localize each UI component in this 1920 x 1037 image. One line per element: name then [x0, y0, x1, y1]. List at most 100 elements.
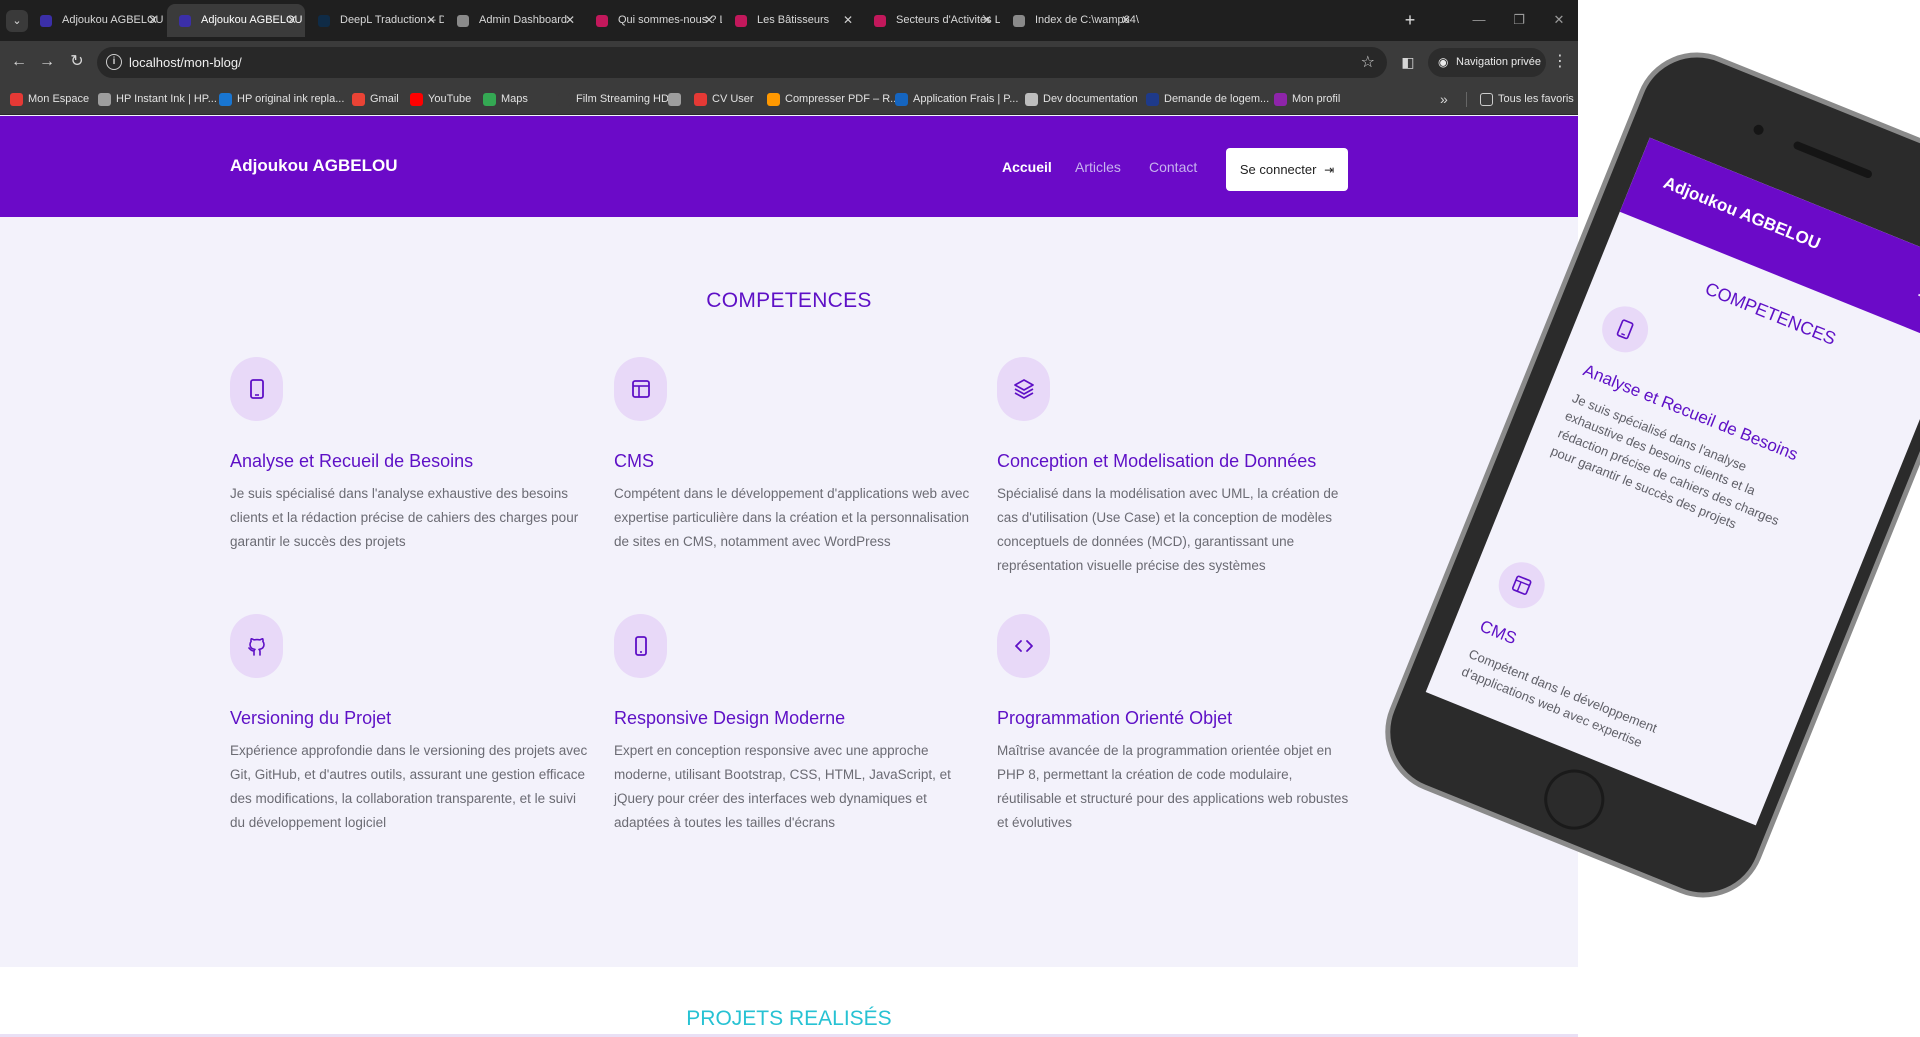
minimize-button[interactable]: —: [1466, 8, 1492, 32]
bookmark-label: YouTube: [428, 93, 472, 105]
close-tab-icon[interactable]: ✕: [841, 4, 855, 37]
icon-badge: [997, 357, 1050, 421]
icon-badge: [614, 357, 667, 421]
mobile-competence-card: CMS Compétent dans le développement d'app…: [1460, 555, 1806, 750]
tab-favicon-icon: [457, 15, 469, 27]
mobile-competence-title: CMS: [1477, 616, 1520, 649]
browser-tab[interactable]: Secteurs d'Activités Les B✕: [862, 4, 1000, 37]
more-bookmarks-icon[interactable]: »: [1440, 84, 1448, 115]
new-tab-button[interactable]: +: [1398, 8, 1422, 32]
close-tab-icon[interactable]: ✕: [1119, 4, 1133, 37]
bookmark-star-icon[interactable]: ☆: [1361, 47, 1375, 78]
tab-search-button[interactable]: ⌄: [6, 10, 28, 32]
tab-favicon-icon: [735, 15, 747, 27]
bookmark-label: Mon profil: [1292, 93, 1341, 105]
browser-tab[interactable]: DeepL Traduction – DeepL✕: [306, 4, 444, 37]
bookmark-favicon-icon: [558, 93, 571, 106]
bookmark-favicon-icon: [98, 93, 111, 106]
browser-toolbar: ← → ↻ i localhost/mon-blog/ ☆ ◧ ◉ Naviga…: [0, 41, 1578, 84]
browser-tab[interactable]: Adjoukou AGBELOU Blog✕: [167, 4, 305, 37]
tab-favicon-icon: [40, 15, 52, 27]
browser-tab[interactable]: Adjoukou AGBELOU Blog✕: [28, 4, 166, 37]
browser-tab[interactable]: Les Bâtisseurs ✕: [723, 4, 861, 37]
bookmark-item[interactable]: HP Instant Ink | HP...: [98, 84, 217, 115]
bookmark-item[interactable]: Gmail: [352, 84, 399, 115]
bookmark-item[interactable]: Film Streaming HD...: [558, 84, 678, 115]
tab-favicon-icon: [179, 15, 191, 27]
site-info-icon[interactable]: i: [106, 54, 122, 70]
icon-badge: [1595, 299, 1656, 360]
private-browsing-badge[interactable]: ◉ Navigation privée: [1428, 48, 1546, 77]
competence-description: Spécialisé dans la modélisation avec UML…: [997, 486, 1339, 573]
bookmark-item[interactable]: YouTube: [410, 84, 471, 115]
close-window-button[interactable]: ✕: [1546, 8, 1572, 32]
browser-window: ⌄ Adjoukou AGBELOU Blog✕Adjoukou AGBELOU…: [0, 0, 1578, 1037]
competence-title: CMS: [614, 451, 654, 471]
nav-contact-link[interactable]: Contact: [1149, 159, 1197, 175]
reload-button[interactable]: ↻: [64, 49, 90, 75]
competence-title: Conception et Modelisation de Données: [997, 451, 1317, 471]
bookmark-item[interactable]: Mon Espace: [10, 84, 89, 115]
browser-tab[interactable]: Index de C:\wamp64\www✕: [1001, 4, 1139, 37]
tab-strip: ⌄ Adjoukou AGBELOU Blog✕Adjoukou AGBELOU…: [0, 0, 1578, 41]
back-button[interactable]: ←: [6, 49, 32, 75]
bookmark-label: Demande de logem...: [1164, 93, 1270, 105]
bookmark-item[interactable]: [668, 84, 686, 115]
bookmark-favicon-icon: [483, 93, 496, 106]
bookmark-item[interactable]: CV User: [694, 84, 754, 115]
icon-badge: [230, 357, 283, 421]
nav-articles-link[interactable]: Articles: [1075, 159, 1121, 175]
layers-icon: [1014, 379, 1034, 399]
bookmark-label: HP Instant Ink | HP...: [116, 93, 217, 105]
bookmark-label: HP original ink repla...: [237, 93, 345, 105]
mobile-brand[interactable]: Adjoukou AGBELOU: [1660, 173, 1823, 254]
side-panel-icon[interactable]: ◧: [1395, 49, 1421, 75]
bookmark-label: Mon Espace: [28, 93, 90, 105]
bookmark-label: Gmail: [370, 93, 399, 105]
close-tab-icon[interactable]: ✕: [424, 4, 438, 37]
bookmark-item[interactable]: Maps: [483, 84, 528, 115]
tab-title: Les Bâtisseurs: [757, 14, 830, 26]
bookmark-item[interactable]: Mon profil: [1274, 84, 1340, 115]
projects-title: PROJETS REALISÉS: [686, 1007, 892, 1030]
bookmark-item[interactable]: Dev documentation: [1025, 84, 1138, 115]
close-tab-icon[interactable]: ✕: [146, 4, 160, 37]
browser-menu-icon[interactable]: ⋮: [1550, 49, 1570, 75]
close-tab-icon[interactable]: ✕: [563, 4, 577, 37]
browser-tab[interactable]: Qui sommes-nous ? Les B✕: [584, 4, 722, 37]
restore-button[interactable]: ❐: [1506, 8, 1532, 32]
bookmark-label: Dev documentation: [1043, 93, 1138, 105]
smartphone-icon: [635, 636, 647, 656]
site-brand[interactable]: Adjoukou AGBELOU: [230, 156, 397, 176]
browser-tab[interactable]: Admin Dashboard ✕: [445, 4, 583, 37]
login-button[interactable]: Se connecter ⇥: [1226, 148, 1348, 191]
bookmark-item[interactable]: Demande de logem...: [1146, 84, 1269, 115]
bookmark-favicon-icon: [352, 93, 365, 106]
tablet-icon: [250, 379, 264, 399]
icon-badge: [997, 614, 1050, 678]
close-tab-icon[interactable]: ✕: [285, 4, 299, 37]
competence-title: Programmation Orienté Objet: [997, 708, 1233, 728]
address-bar[interactable]: i localhost/mon-blog/ ☆: [97, 47, 1387, 78]
login-button-label: Se connecter: [1239, 162, 1317, 177]
nav-home-link[interactable]: Accueil: [1002, 159, 1052, 175]
bookmark-label: Maps: [501, 93, 528, 105]
competence-description: Maîtrise avancée de la programmation ori…: [997, 743, 1349, 830]
address-url: localhost/mon-blog/: [129, 55, 242, 70]
close-tab-icon[interactable]: ✕: [702, 4, 716, 37]
close-tab-icon[interactable]: ✕: [980, 4, 994, 37]
layout-icon: [1511, 575, 1532, 595]
bookmark-favicon-icon: [1146, 93, 1159, 106]
all-bookmarks-folder[interactable]: Tous les favoris: [1480, 84, 1574, 115]
bookmark-favicon-icon: [767, 93, 780, 106]
bookmark-item[interactable]: Application Frais | P...: [895, 84, 1018, 115]
forward-button[interactable]: →: [34, 49, 60, 75]
incognito-icon: ◉: [1438, 55, 1449, 69]
bookmark-item[interactable]: Compresser PDF – R...: [767, 84, 899, 115]
competence-title: Analyse et Recueil de Besoins: [230, 451, 474, 471]
phone-home-button: [1535, 760, 1614, 839]
bookmark-item[interactable]: HP original ink repla...: [219, 84, 344, 115]
tab-favicon-icon: [318, 15, 330, 27]
icon-badge: [230, 614, 283, 678]
competence-description: Expérience approfondie dans le versionin…: [230, 743, 588, 830]
